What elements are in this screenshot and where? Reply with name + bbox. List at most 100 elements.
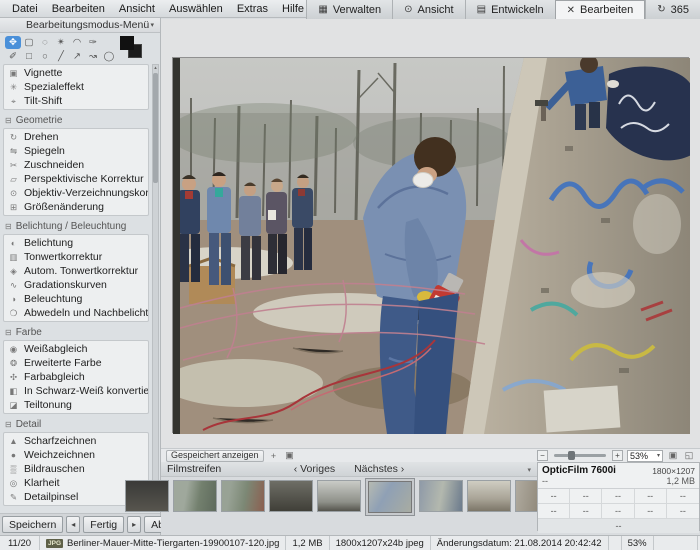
curve-tool[interactable]: ↝ <box>85 50 101 63</box>
color-swatches[interactable] <box>120 36 144 60</box>
section-header-geometrie[interactable]: ⊟Geometrie <box>2 113 150 128</box>
mode-button-bearbeiten[interactable]: ✕ Bearbeiten <box>555 0 646 19</box>
filmstrip-thumbnail[interactable] <box>221 480 265 512</box>
next-link[interactable]: Nächstes › <box>354 463 404 475</box>
sidebar-item-objektiv-verzeichnungskorrektur[interactable]: ⊙Objektiv-Verzeichnungskorrekt... <box>4 186 148 200</box>
filmstrip-thumbnail[interactable] <box>317 480 361 512</box>
sidebar-item-erweiterte-farbe[interactable]: ❂Erweiterte Farbe <box>4 356 148 370</box>
chevron-down-icon[interactable]: ▾ <box>527 466 531 474</box>
actual-size-icon[interactable]: ▣ <box>667 450 679 461</box>
section-header-detail[interactable]: ⊟Detail <box>2 417 150 432</box>
collapse-icon: ⊟ <box>5 116 12 125</box>
previous-link[interactable]: ‹ Voriges <box>294 463 335 475</box>
done-button[interactable]: Fertig <box>83 516 124 533</box>
eyedropper-tool[interactable]: ✐ <box>5 50 21 63</box>
item-label: Vignette <box>24 67 62 79</box>
section-header-farbe[interactable]: ⊟Farbe <box>2 325 150 340</box>
status-bar: 11/20 JPG Berliner-Mauer-Mitte-Tiergarte… <box>0 535 700 550</box>
sidebar-item-teiltonung[interactable]: ◪Teiltonung <box>4 398 148 412</box>
zoom-out-button[interactable]: − <box>537 450 548 461</box>
filmstrip-thumbnail[interactable] <box>419 480 463 512</box>
empty-segment <box>654 536 698 550</box>
scroll-up-icon[interactable]: ▴ <box>153 65 158 71</box>
smudge-tool[interactable]: ✑ <box>85 36 101 49</box>
plus-icon[interactable]: + <box>268 451 280 461</box>
sidebar-item-scharfzeichnen[interactable]: ▲Scharfzeichnen <box>4 434 148 448</box>
filmstrip-thumbnail[interactable] <box>173 480 217 512</box>
rect-shape-tool[interactable]: □ <box>21 50 37 63</box>
dimensions-segment: 1800x1207x24b jpeg <box>330 536 431 550</box>
magic-wand-tool[interactable]: ✴ <box>53 36 69 49</box>
menu-datei[interactable]: Datei <box>5 3 45 15</box>
sidebar-item-schwarz-weiss[interactable]: ◧In Schwarz-Weiß konvertieren <box>4 384 148 398</box>
mode-button-verwalten[interactable]: ▦ Verwalten <box>306 0 392 19</box>
arrow-tool[interactable]: ↗ <box>69 50 85 63</box>
mode-button-entwickeln[interactable]: ▤ Entwickeln <box>465 0 555 19</box>
thumbnail-toggle-icon[interactable]: ▣ <box>284 450 296 461</box>
menu-ansicht[interactable]: Ansicht <box>112 3 162 15</box>
menu-extras[interactable]: Extras <box>230 3 275 15</box>
sidebar-item-belichtung[interactable]: ◐Belichtung <box>4 236 148 250</box>
sidebar-item-autom-tonwertkorrektur[interactable]: ◈Autom. Tonwertkorrektur <box>4 264 148 278</box>
previous-image-button[interactable]: ◂ <box>66 516 80 533</box>
sidebar-item-gradationskurven[interactable]: ∿Gradationskurven <box>4 278 148 292</box>
sidebar-item-bildrauschen[interactable]: ▒Bildrauschen <box>4 462 148 476</box>
save-button[interactable]: Speichern <box>2 516 63 533</box>
edit-sidebar: Bearbeitungsmodus-Menü ▾ ✥ ▢ ◌ ✴ ◠ ✑ ✐ □… <box>0 18 161 535</box>
fit-to-window-icon[interactable]: ◱ <box>683 450 695 461</box>
chevron-down-icon: ▾ <box>150 21 154 29</box>
black-white-icon: ◧ <box>8 386 19 397</box>
sidebar-item-zuschneiden[interactable]: ✂Zuschneiden <box>4 158 148 172</box>
hand-tool[interactable]: ✥ <box>5 36 21 49</box>
filmstrip-thumbnail[interactable] <box>515 480 537 512</box>
sidebar-item-abwedeln-nachbelichten[interactable]: ❍Abwedeln und Nachbelichten <box>4 306 148 320</box>
filmstrip-thumbnail[interactable] <box>125 480 169 512</box>
edit-mode-menu-dropdown[interactable]: Bearbeitungsmodus-Menü ▾ <box>0 18 160 33</box>
mode-button-ansicht[interactable]: ⊙ Ansicht <box>392 0 464 19</box>
sidebar-item-perspektivische-korrektur[interactable]: ▱Perspektivische Korrektur <box>4 172 148 186</box>
photo-berlin-wall[interactable] <box>172 57 689 433</box>
rect-select-tool[interactable]: ▢ <box>21 36 37 49</box>
sidebar-item-beleuchtung[interactable]: ◑Beleuchtung <box>4 292 148 306</box>
sidebar-item-spiegeln[interactable]: ⇋Spiegeln <box>4 144 148 158</box>
filmstrip-thumbnail-selected[interactable] <box>365 478 415 516</box>
lasso-tool[interactable]: ◠ <box>69 36 85 49</box>
camera-model: OpticFilm 7600i <box>542 465 616 476</box>
zoom-slider[interactable] <box>554 454 606 457</box>
filmstrip-thumbnails <box>125 477 537 517</box>
sidebar-item-weissabgleich[interactable]: ◉Weißabgleich <box>4 342 148 356</box>
mode-button-365[interactable]: ↻ 365 <box>645 0 700 19</box>
scrollbar-thumb[interactable] <box>153 73 158 183</box>
exif-cell: -- <box>667 504 699 519</box>
menu-bearbeiten[interactable]: Bearbeiten <box>45 3 112 15</box>
foreground-color-swatch[interactable] <box>120 36 134 50</box>
section-header-belichtung[interactable]: ⊟Belichtung / Beleuchtung <box>2 219 150 234</box>
line-tool[interactable]: ╱ <box>53 50 69 63</box>
ellipse-shape-tool[interactable]: ◯ <box>101 50 117 63</box>
zoom-level-combo[interactable]: 53% ▾ <box>627 450 663 462</box>
circle-shape-tool[interactable]: ○ <box>37 50 53 63</box>
filmstrip-thumbnail[interactable] <box>269 480 313 512</box>
menu-auswaehlen[interactable]: Auswählen <box>162 3 230 15</box>
sidebar-item-groessenaenderung[interactable]: ⊞Größenänderung <box>4 200 148 214</box>
show-saved-toggle[interactable]: Gespeichert anzeigen <box>166 450 264 462</box>
sidebar-item-spezialeffekt[interactable]: ✳Spezialeffekt <box>4 80 148 94</box>
item-label: Tonwertkorrektur <box>24 251 102 263</box>
sidebar-item-vignette[interactable]: ▣Vignette <box>4 66 148 80</box>
sidebar-item-drehen[interactable]: ↻Drehen <box>4 130 148 144</box>
sidebar-item-tonwertkorrektur[interactable]: ▥ Tonwertkorrektur <box>4 250 148 264</box>
zoom-slider-knob[interactable] <box>568 451 575 460</box>
mode-label: Ansicht <box>418 4 454 16</box>
next-image-button[interactable]: ▸ <box>127 516 141 533</box>
grid-icon: ▦ <box>318 4 327 15</box>
levels-icon: ▥ <box>8 252 19 263</box>
noise-icon: ▒ <box>8 464 19 474</box>
sidebar-item-farbabgleich[interactable]: ✣Farbabgleich <box>4 370 148 384</box>
ellipse-select-tool[interactable]: ◌ <box>37 36 53 49</box>
sidebar-scrollbar[interactable]: ▴ ▾ <box>152 64 159 512</box>
lens-icon: ⊙ <box>8 188 19 199</box>
sidebar-item-tilt-shift[interactable]: ⌖Tilt-Shift <box>4 94 148 108</box>
sidebar-item-weichzeichnen[interactable]: ●Weichzeichnen <box>4 448 148 462</box>
zoom-in-button[interactable]: + <box>612 450 623 461</box>
filmstrip-thumbnail[interactable] <box>467 480 511 512</box>
